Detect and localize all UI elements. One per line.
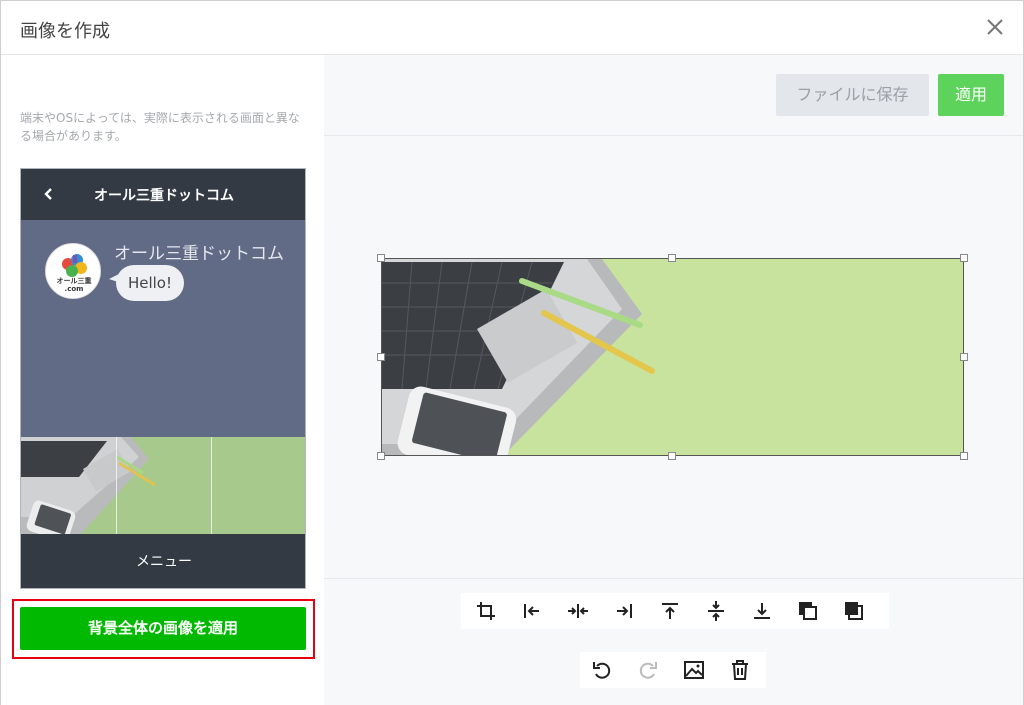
align-center-vertical-icon	[708, 601, 724, 621]
align-right-icon	[617, 604, 632, 618]
divider	[324, 578, 1023, 579]
rich-menu-divider	[211, 437, 212, 534]
dialog-header: 画像を作成	[1, 1, 1023, 55]
rich-menu-image	[21, 437, 305, 534]
delete-button[interactable]	[728, 658, 752, 682]
apply-button[interactable]: 適用	[938, 74, 1004, 116]
phone-menu-bar[interactable]: メニュー	[21, 534, 305, 588]
image-button[interactable]	[682, 658, 706, 682]
phone-header-bar: オール三重ドットコム	[21, 169, 305, 220]
alignment-toolbar	[461, 593, 889, 629]
send-backward-icon	[799, 602, 817, 620]
edit-toolbar	[580, 652, 766, 688]
bring-forward-icon	[845, 602, 863, 620]
preview-panel: 端末やOSによっては、実際に表示される画面と異なる場合があります。 オール三重ド…	[1, 55, 324, 705]
send-backward-button[interactable]	[796, 599, 820, 623]
create-image-dialog: 画像を作成 端末やOSによっては、実際に表示される画面と異なる場合があります。 …	[0, 0, 1024, 705]
phone-header-title: オール三重ドットコム	[94, 188, 234, 204]
rich-menu-preview	[21, 437, 305, 534]
avatar-logo-line2: .com	[64, 285, 84, 293]
divider	[324, 135, 1023, 136]
resize-handle-right[interactable]	[960, 353, 968, 361]
resize-handle-bottom-right[interactable]	[960, 452, 968, 460]
resize-handle-top-left[interactable]	[377, 254, 385, 262]
bring-forward-button[interactable]	[842, 599, 866, 623]
dialog-title: 画像を作成	[20, 21, 110, 42]
apply-background-image-button[interactable]: 背景全体の画像を適用	[20, 607, 306, 650]
image-icon	[684, 661, 704, 679]
editor-panel: ファイルに保存 適用	[324, 55, 1023, 705]
align-center-vertical-button[interactable]	[704, 599, 728, 623]
align-center-horizontal-icon	[568, 604, 588, 618]
resize-handle-bottom-left[interactable]	[377, 452, 385, 460]
close-icon	[987, 19, 1003, 35]
rich-menu-divider	[116, 437, 117, 534]
undo-button[interactable]	[590, 658, 614, 682]
resize-handle-left[interactable]	[377, 353, 385, 361]
trash-icon	[732, 660, 748, 680]
align-center-horizontal-button[interactable]	[566, 599, 590, 623]
redo-button[interactable]	[636, 658, 660, 682]
align-top-icon	[662, 603, 678, 619]
crop-button[interactable]	[474, 599, 498, 623]
avatar-logo-line1: オール三重	[56, 277, 92, 285]
resize-handle-bottom[interactable]	[668, 452, 676, 460]
phone-preview: オール三重ドットコム オール三重 .com オール三重ドットコム Hello! …	[20, 168, 306, 589]
align-bottom-icon	[754, 603, 770, 619]
chat-bubble: Hello!	[116, 265, 184, 301]
resize-handle-top-right[interactable]	[960, 254, 968, 262]
close-button[interactable]	[983, 15, 1007, 39]
align-top-button[interactable]	[658, 599, 682, 623]
preview-note: 端末やOSによっては、実際に表示される画面と異なる場合があります。	[20, 111, 300, 143]
align-bottom-button[interactable]	[750, 599, 774, 623]
align-right-button[interactable]	[612, 599, 636, 623]
avatar-logo-text: オール三重 .com	[46, 277, 100, 293]
avatar: オール三重 .com	[45, 243, 101, 299]
align-left-icon	[524, 604, 539, 618]
crop-icon	[477, 602, 495, 620]
chat-sender-name: オール三重ドットコム	[114, 244, 284, 264]
laptop-photo	[382, 259, 963, 455]
align-left-button[interactable]	[520, 599, 544, 623]
resize-handle-top[interactable]	[668, 254, 676, 262]
editable-image[interactable]	[381, 258, 964, 456]
undo-icon	[593, 662, 611, 679]
save-to-file-button[interactable]: ファイルに保存	[776, 74, 929, 116]
redo-icon	[639, 662, 657, 679]
